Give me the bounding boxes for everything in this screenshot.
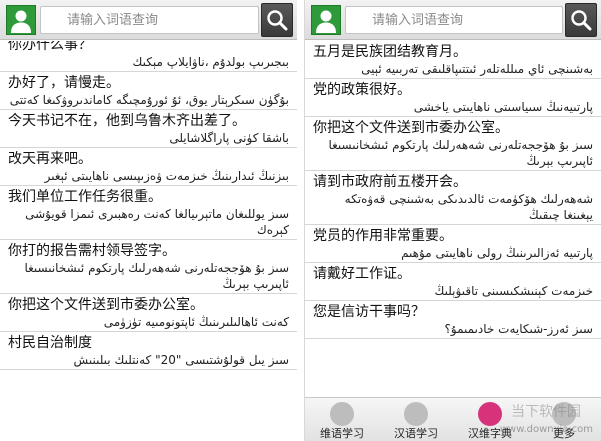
- search-button[interactable]: [565, 3, 597, 37]
- chinese-text: 村民自治制度: [8, 335, 92, 351]
- search-input[interactable]: [345, 6, 563, 34]
- list-item[interactable]: 您是信访干事吗？ سىز ئەرز-شىكايەت خادىمىمۇ؟: [305, 301, 601, 339]
- watermark-title: 当下软件园: [511, 404, 581, 420]
- uyghur-text: پارتىيە ئەزالىرىنىڭ رولى ناھايىتى مۇھىم: [401, 246, 593, 260]
- uyghur-text: پارتىيەنىڭ سىياسىتى ناھايىتى ياخشى: [413, 100, 593, 114]
- uyghur-text: باشقا كۈنى پاراگلاشايلى: [169, 131, 289, 145]
- tab-chinese-learning[interactable]: 汉语学习: [379, 398, 453, 441]
- uyghur-text: بىزنىڭ ئىدارىنىڭ خىزمەت ۋەزىپىسى ناھايىت…: [44, 169, 289, 183]
- chinese-text: 办好了，请慢走。: [8, 75, 120, 91]
- chinese-text: 改天再来吧。: [8, 151, 92, 167]
- chinese-text: 请戴好工作证。: [313, 266, 411, 282]
- chinese-text: 你打的报告需村领导签字。: [8, 243, 176, 259]
- tab-label: 维语学习: [320, 427, 364, 440]
- search-bar: [0, 0, 297, 40]
- chinese-text: 你办什么事？: [8, 41, 92, 53]
- phrase-list[interactable]: 五月是民族团结教育月。 بەشىنچى ئاي مىللەتلەر ئىتتىپ…: [305, 41, 601, 397]
- panel-divider: [297, 0, 304, 441]
- search-button[interactable]: [261, 3, 293, 37]
- chinese-text: 请到市政府前五楼开会。: [313, 174, 467, 190]
- search-input[interactable]: [40, 6, 259, 34]
- left-panel: 你办什么事？ بىجىرىپ بولدۇم ،ناۋايلاپ مېكىك 办好…: [0, 0, 297, 441]
- list-item[interactable]: 请到市政府前五楼开会。 شەھەرلىك ھۆكۈمەت ئالدىدىكى ب…: [305, 171, 601, 225]
- uyghur-text: سىز بۇ ھۆججەتلەرنى شەھەرلىك پارتكوم ئىشخ…: [24, 261, 289, 291]
- list-item[interactable]: 你把这个文件送到市委办公室。 سىز بۇ ھۆججەتلەرنى شەھەرل…: [305, 117, 601, 171]
- list-item[interactable]: 你办什么事？ بىجىرىپ بولدۇم ،ناۋايلاپ مېكىك: [0, 41, 297, 72]
- chat-icon: [404, 402, 428, 426]
- uyghur-text: شەھەرلىك ھۆكۈمەت ئالدىدىكى بەشىنچى قەۋەت…: [344, 192, 593, 222]
- list-item[interactable]: 请戴好工作证。 خىزمەت كېنىشكىسىنى تاقىۋېلىڭ: [305, 263, 601, 301]
- chinese-text: 你把这个文件送到市委办公室。: [8, 297, 204, 313]
- uyghur-text: بەشىنچى ئاي مىللەتلەر ئىتتىپاقلىقى تەربى…: [361, 62, 593, 76]
- list-item[interactable]: 党员的作用非常重要。 پارتىيە ئەزالىرىنىڭ رولى ناھا…: [305, 225, 601, 263]
- chinese-text: 您是信访干事吗？: [313, 304, 425, 320]
- tab-label: 汉语学习: [394, 427, 438, 440]
- list-item[interactable]: 今天书记不在，他到乌鲁木齐出差了。 باشقا كۈنى پاراگلاشايل…: [0, 110, 297, 148]
- list-item[interactable]: 办好了，请慢走。 بۇگۈن سىكرېتار يوق، ئۇ ئورۇمچىگ…: [0, 72, 297, 110]
- uyghur-text: سىز يوللىغان ماتېرىيالغا كەنت رەھبىرى ئى…: [25, 207, 289, 237]
- refresh-icon: [330, 402, 354, 426]
- tab-uyghur-learning[interactable]: 维语学习: [305, 398, 379, 441]
- avatar-icon[interactable]: [311, 5, 341, 35]
- list-item[interactable]: 你打的报告需村领导签字。 سىز بۇ ھۆججەتلەرنى شەھەرلىك…: [0, 240, 297, 294]
- right-panel: 五月是民族团结教育月。 بەشىنچى ئاي مىللەتلەر ئىتتىپ…: [304, 0, 601, 441]
- uyghur-text: بىجىرىپ بولدۇم ،ناۋايلاپ مېكىك: [132, 55, 289, 69]
- phrase-list[interactable]: 你办什么事？ بىجىرىپ بولدۇم ،ناۋايلاپ مېكىك 办好…: [0, 41, 297, 441]
- chinese-text: 五月是民族团结教育月。: [313, 44, 467, 60]
- list-item[interactable]: 改天再来吧。 بىزنىڭ ئىدارىنىڭ خىزمەت ۋەزىپىسى …: [0, 148, 297, 186]
- chinese-text: 今天书记不在，他到乌鲁木齐出差了。: [8, 113, 246, 129]
- uyghur-text: بۇگۈن سىكرېتار يوق، ئۇ ئورۇمچىگە كاماندى…: [9, 93, 289, 107]
- search-bar: [305, 0, 601, 40]
- list-item[interactable]: 五月是民族团结教育月。 بەشىنچى ئاي مىللەتلەر ئىتتىپ…: [305, 41, 601, 79]
- watermark-url: www.downxia.com: [499, 424, 593, 435]
- list-item[interactable]: 党的政策很好。 پارتىيەنىڭ سىياسىتى ناھايىتى ياخ…: [305, 79, 601, 117]
- chinese-text: 党员的作用非常重要。: [313, 228, 453, 244]
- list-item[interactable]: 村民自治制度 سىز يىل قولۇشتىسى "20" كەنتلىك بى…: [0, 332, 297, 370]
- list-item[interactable]: 你把这个文件送到市委办公室。 كەنت ئاھالىلىرىنىڭ ئاپتون…: [0, 294, 297, 332]
- uyghur-text: سىز بۇ ھۆججەتلەرنى شەھەرلىك پارتكوم ئىشخ…: [328, 138, 593, 168]
- uyghur-text: خىزمەت كېنىشكىسىنى تاقىۋېلىڭ: [434, 284, 593, 298]
- uyghur-text: كەنت ئاھالىلىرىنىڭ ئاپتونومىيە تۈزۈمى: [103, 315, 289, 329]
- magnifier-icon: [571, 10, 592, 31]
- uyghur-text: سىز يىل قولۇشتىسى "20" كەنتلىك بىلىنىش: [73, 353, 289, 367]
- list-item[interactable]: 我们单位工作任务很重。 سىز يوللىغان ماتېرىيالغا كەن…: [0, 186, 297, 240]
- magnifier-icon: [267, 10, 288, 31]
- chinese-text: 你把这个文件送到市委办公室。: [313, 120, 509, 136]
- chinese-text: 党的政策很好。: [313, 82, 411, 98]
- chinese-text: 我们单位工作任务很重。: [8, 189, 162, 205]
- dictionary-icon: [478, 402, 502, 426]
- avatar-icon[interactable]: [6, 5, 36, 35]
- uyghur-text: سىز ئەرز-شىكايەت خادىمىمۇ؟: [444, 322, 593, 336]
